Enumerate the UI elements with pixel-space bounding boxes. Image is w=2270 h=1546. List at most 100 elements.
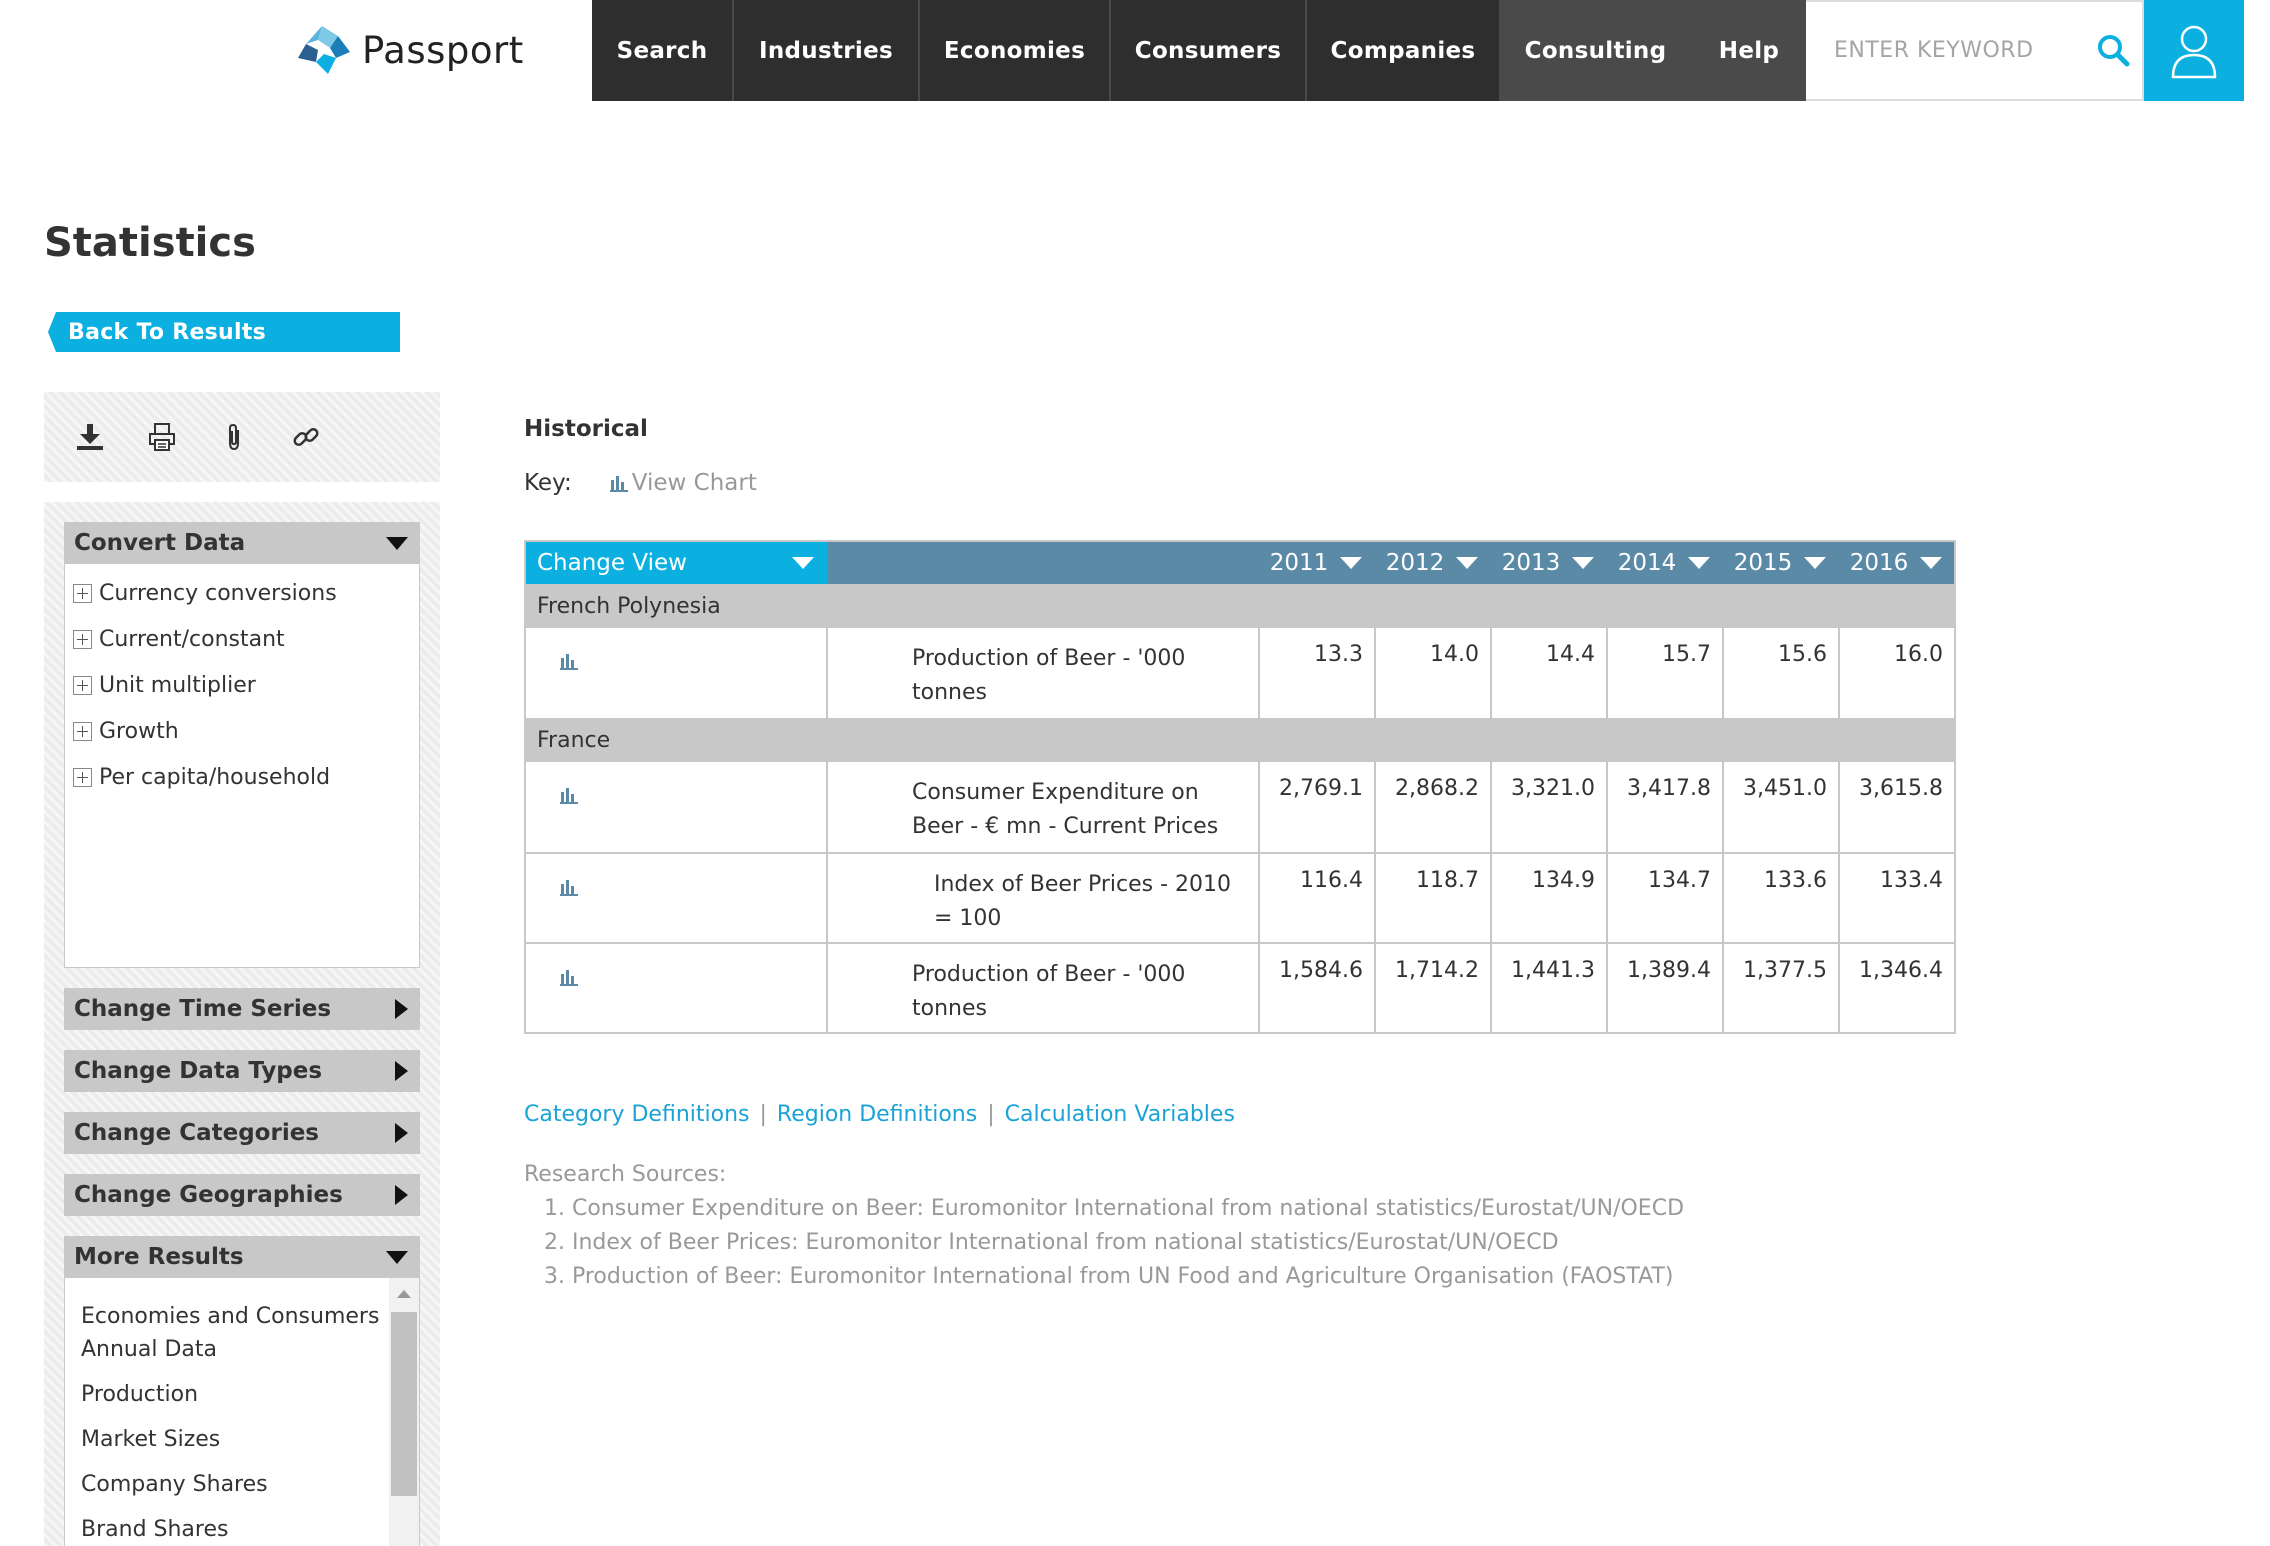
- geography-group-header: France: [526, 718, 1954, 762]
- category-definitions-link[interactable]: Category Definitions: [524, 1102, 749, 1127]
- more-result-link[interactable]: Production: [81, 1378, 385, 1411]
- year-label: 2013: [1501, 550, 1561, 576]
- nav-consulting[interactable]: Consulting: [1501, 0, 1692, 101]
- sort-arrow-icon: [1456, 557, 1479, 569]
- nav-search[interactable]: Search: [592, 0, 734, 101]
- expand-plus-icon[interactable]: [73, 583, 92, 603]
- more-result-link[interactable]: Brand Shares: [81, 1513, 385, 1546]
- year-column-header[interactable]: 2012: [1374, 542, 1490, 584]
- dropdown-arrow-icon: [792, 557, 814, 569]
- table-cell: 133.6: [1724, 854, 1840, 942]
- collapse-arrow-icon: [386, 536, 408, 550]
- convert-option-per-capita[interactable]: Per capita/household: [65, 754, 419, 800]
- table-cell: 116.4: [1260, 854, 1376, 942]
- year-column-header[interactable]: 2015: [1722, 542, 1838, 584]
- table-cell: 15.6: [1724, 628, 1840, 718]
- calculation-variables-link[interactable]: Calculation Variables: [1005, 1102, 1235, 1127]
- research-sources: Research Sources: 1. Consumer Expenditur…: [524, 1158, 1684, 1294]
- nav-economies[interactable]: Economies: [920, 0, 1111, 101]
- nav-industries[interactable]: Industries: [734, 0, 920, 101]
- convert-option-currency[interactable]: Currency conversions: [65, 570, 419, 616]
- expand-plus-icon[interactable]: [73, 629, 92, 649]
- source-item: 2. Index of Beer Prices: Euromonitor Int…: [544, 1230, 1559, 1255]
- more-result-link[interactable]: Company Shares: [81, 1468, 385, 1501]
- search-icon[interactable]: [2094, 31, 2134, 71]
- print-icon[interactable]: [144, 419, 180, 455]
- expand-plus-icon[interactable]: [73, 675, 92, 695]
- table-row: Index of Beer Prices - 2010 = 100 116.4 …: [526, 852, 1954, 942]
- more-result-link[interactable]: Market Sizes: [81, 1423, 385, 1456]
- table-cell: 1,377.5: [1724, 944, 1840, 1032]
- sidebar: Convert Data Currency conversions Curren…: [44, 502, 440, 1546]
- nav-help[interactable]: Help: [1692, 0, 1806, 101]
- convert-data-list: Currency conversions Current/constant Un…: [64, 564, 420, 968]
- change-data-types-header[interactable]: Change Data Types: [64, 1050, 420, 1092]
- year-column-header[interactable]: 2016: [1838, 542, 1954, 584]
- more-results-list: Economies and Consumers Annual Data Prod…: [64, 1278, 420, 1546]
- change-view-dropdown[interactable]: Change View: [526, 542, 828, 584]
- section-title: Change Time Series: [74, 996, 332, 1022]
- scroll-thumb[interactable]: [391, 1312, 417, 1496]
- convert-option-label: Currency conversions: [99, 580, 337, 606]
- sort-arrow-icon: [1804, 557, 1827, 569]
- change-categories-header[interactable]: Change Categories: [64, 1112, 420, 1154]
- statistics-table: Change View 2011 2012 2013 2014 2015 201…: [524, 540, 1956, 1034]
- expand-plus-icon[interactable]: [73, 721, 92, 741]
- view-chart-label: View Chart: [631, 470, 757, 496]
- back-to-results-button[interactable]: Back To Results: [48, 312, 400, 352]
- sort-arrow-icon: [1920, 557, 1943, 569]
- download-icon[interactable]: [72, 419, 108, 455]
- user-icon: [2171, 25, 2217, 78]
- year-label: 2012: [1385, 550, 1445, 576]
- view-chart-icon[interactable]: [560, 652, 578, 670]
- attach-icon[interactable]: [216, 419, 252, 455]
- convert-option-current-constant[interactable]: Current/constant: [65, 616, 419, 662]
- table-cell: 14.0: [1376, 628, 1492, 718]
- year-label: 2015: [1733, 550, 1793, 576]
- region-definitions-link[interactable]: Region Definitions: [777, 1102, 977, 1127]
- more-result-link[interactable]: Economies and Consumers Annual Data: [81, 1300, 385, 1366]
- table-cell: 2,769.1: [1260, 762, 1376, 852]
- table-cell: 1,584.6: [1260, 944, 1376, 1032]
- more-results-header[interactable]: More Results: [64, 1236, 420, 1278]
- year-column-header[interactable]: 2011: [1258, 542, 1374, 584]
- convert-data-header[interactable]: Convert Data: [64, 522, 420, 564]
- expand-arrow-icon: [395, 1123, 408, 1143]
- user-account-button[interactable]: [2144, 0, 2244, 101]
- table-row: Consumer Expenditure on Beer - € mn - Cu…: [526, 762, 1954, 852]
- table-cell: 3,615.8: [1859, 776, 1943, 801]
- convert-option-label: Unit multiplier: [99, 672, 256, 698]
- convert-option-unit-multiplier[interactable]: Unit multiplier: [65, 662, 419, 708]
- keyword-search-input[interactable]: [1834, 38, 2084, 63]
- logo-text: Passport: [362, 28, 524, 72]
- table-cell: 134.9: [1492, 854, 1608, 942]
- view-chart-icon[interactable]: [560, 786, 578, 804]
- row-label: Index of Beer Prices - 2010 = 100: [934, 872, 1231, 931]
- year-label: 2016: [1849, 550, 1909, 576]
- row-label: Production of Beer - '000 tonnes: [912, 962, 1186, 1021]
- view-chart-icon[interactable]: [560, 968, 578, 986]
- year-column-header[interactable]: 2013: [1490, 542, 1606, 584]
- link-separator: |: [987, 1102, 995, 1127]
- more-results-scrollbar[interactable]: [389, 1278, 419, 1546]
- convert-option-label: Growth: [99, 718, 179, 744]
- scroll-up-arrow-icon[interactable]: [397, 1290, 411, 1298]
- nav-consumers[interactable]: Consumers: [1111, 0, 1307, 101]
- change-view-label: Change View: [537, 550, 687, 576]
- convert-option-label: Current/constant: [99, 626, 285, 652]
- key-legend: Key: View Chart: [524, 470, 757, 496]
- link-separator: |: [759, 1102, 767, 1127]
- view-chart-icon[interactable]: [560, 878, 578, 896]
- table-cell: 15.7: [1608, 628, 1724, 718]
- year-label: 2011: [1269, 550, 1329, 576]
- change-time-series-header[interactable]: Change Time Series: [64, 988, 420, 1030]
- expand-plus-icon[interactable]: [73, 767, 92, 787]
- convert-option-growth[interactable]: Growth: [65, 708, 419, 754]
- passport-logo[interactable]: Passport: [292, 22, 524, 78]
- change-geographies-header[interactable]: Change Geographies: [64, 1174, 420, 1216]
- nav-companies[interactable]: Companies: [1307, 0, 1501, 101]
- link-icon[interactable]: [288, 419, 324, 455]
- table-cell: 13.3: [1260, 628, 1376, 718]
- year-column-header[interactable]: 2014: [1606, 542, 1722, 584]
- table-header-row: Change View 2011 2012 2013 2014 2015 201…: [526, 542, 1954, 584]
